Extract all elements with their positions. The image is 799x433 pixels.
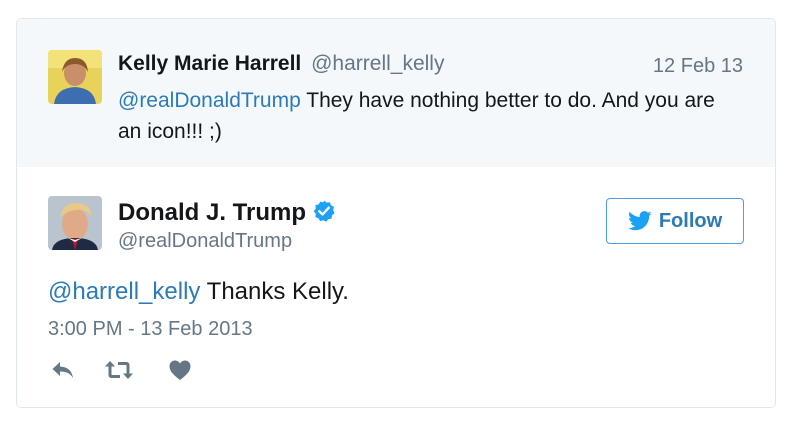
main-tweet-text: @harrell_kelly Thanks Kelly. [48,278,349,306]
reply-icon[interactable] [51,359,75,381]
main-tweet-timestamp[interactable]: 3:00 PM - 13 Feb 2013 [48,318,253,341]
parent-author-name[interactable]: Kelly Marie Harrell [118,52,301,75]
embedded-tweet-card: Kelly Marie Harrell @harrell_kelly 12 Fe… [16,18,776,408]
main-tweet-body: Thanks Kelly. [200,278,349,305]
main-author-name[interactable]: Donald J. Trump [118,199,306,226]
main-author-handle[interactable]: @realDonaldTrump [118,230,292,253]
verified-badge-icon [313,200,335,222]
parent-author-handle[interactable]: @harrell_kelly [311,52,444,75]
retweet-icon[interactable] [104,359,134,381]
main-author-avatar[interactable] [48,196,102,250]
main-author-name-line: Donald J. Trump [118,199,336,227]
follow-button[interactable]: Follow [606,198,744,244]
parent-author-line: Kelly Marie Harrell @harrell_kelly [118,52,444,76]
parent-tweet[interactable]: Kelly Marie Harrell @harrell_kelly 12 Fe… [17,19,775,167]
main-tweet-mention[interactable]: @harrell_kelly [48,278,200,305]
follow-label: Follow [658,209,723,232]
parent-tweet-text: @realDonaldTrump They have nothing bette… [118,85,738,147]
parent-tweet-mention[interactable]: @realDonaldTrump [118,89,301,112]
twitter-bird-icon [627,211,652,231]
heart-icon[interactable] [168,359,192,381]
parent-author-avatar[interactable] [48,50,102,104]
parent-tweet-date[interactable]: 12 Feb 13 [653,55,743,78]
